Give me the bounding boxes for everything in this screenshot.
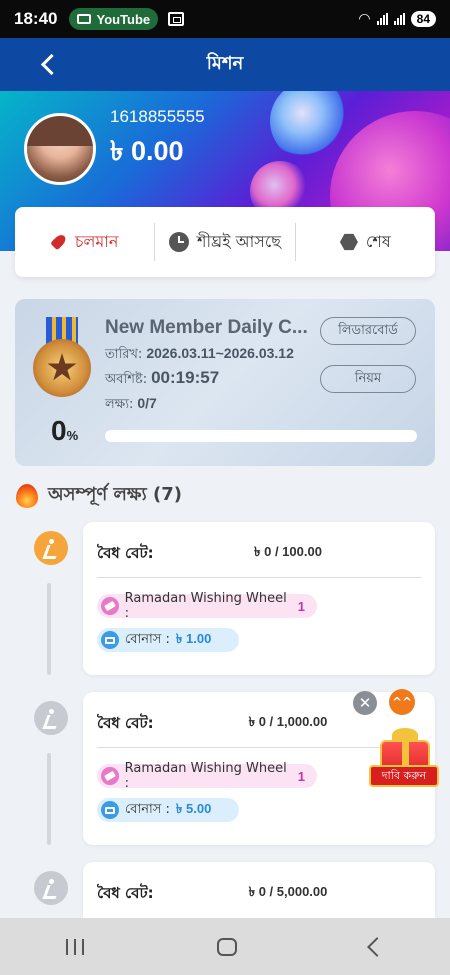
rules-button[interactable]: নিয়ম — [320, 365, 416, 393]
reward-bonus-value: ৳ 1.00 — [175, 630, 212, 646]
target-label: লক্ষ্য: — [105, 397, 134, 412]
reward-wheel-label: Ramadan Wishing Wheel : — [124, 761, 287, 791]
mission-remaining-row: অবশিষ্ট: 00:19:57 — [105, 368, 219, 391]
remaining-label: অবশিষ্ট: — [105, 372, 148, 387]
reward-wheel-value: 1 — [297, 768, 305, 784]
tab-ongoing[interactable]: চলমান — [15, 223, 154, 261]
medal-icon — [33, 317, 91, 397]
target-value: 0/7 — [137, 395, 157, 411]
reward-bonus-label: বোনাস : — [125, 801, 170, 817]
mission-title: New Member Daily C... — [105, 317, 308, 338]
recent-apps-icon[interactable] — [66, 938, 85, 955]
battery-indicator: 84 — [410, 11, 436, 27]
wifi-icon: ◠ — [358, 11, 371, 27]
reward-bonus-value: ৳ 5.00 — [175, 800, 212, 816]
task-label: বৈধ বেট: — [97, 544, 154, 562]
tab-label: শীঘ্রই আসছে — [197, 231, 281, 251]
user-balance: ৳ 0.00 — [110, 136, 184, 166]
runner-icon — [43, 539, 59, 557]
incomplete-targets-heading: অসম্পূর্ণ লক্ষ্য (7) — [16, 480, 182, 511]
timeline-line — [47, 753, 51, 845]
task-status-icon — [34, 531, 68, 565]
remaining-value: 00:19:57 — [151, 368, 220, 387]
tv-icon — [77, 14, 92, 24]
cash-icon — [101, 801, 119, 819]
task-label: বৈধ বেট: — [97, 714, 154, 732]
rocket-icon — [51, 234, 67, 250]
tab-label: চলমান — [74, 231, 119, 251]
task-progress: ৳ 0 / 5,000.00 — [248, 884, 328, 899]
status-time: 18:40 — [14, 9, 58, 28]
hexagon-icon — [339, 233, 358, 251]
task-card: বৈধ বেট: ৳ 0 / 5,000.00 — [83, 862, 435, 918]
mission-progress-bar — [105, 430, 417, 442]
clock-icon — [169, 232, 189, 252]
percent-value: 0 — [51, 415, 67, 446]
task-label: বৈধ বেট: — [97, 884, 154, 902]
reward-bonus-label: বোনাস : — [125, 631, 170, 647]
task-card: বৈধ বেট: ৳ 0 / 100.00 Ramadan Wishing Wh… — [83, 522, 435, 675]
star-icon — [47, 353, 77, 381]
task-progress: ৳ 0 / 1,000.00 — [248, 714, 328, 729]
task-status-icon — [34, 701, 68, 735]
date-label: তারিখ: — [105, 347, 143, 362]
runner-icon — [43, 709, 59, 727]
ticket-icon — [101, 597, 119, 615]
reward-wheel-chip: Ramadan Wishing Wheel : 1 — [97, 761, 317, 791]
task-progress: ৳ 0 / 100.00 — [254, 544, 322, 559]
cash-icon — [101, 631, 119, 649]
reward-bonus-chip: বোনাস : ৳ 5.00 — [97, 798, 239, 822]
user-phone: 1618855555 — [110, 107, 205, 126]
runner-icon — [43, 879, 59, 897]
reward-wheel-chip: Ramadan Wishing Wheel : 1 — [97, 591, 317, 621]
timeline-line — [47, 583, 51, 675]
youtube-pill-label: YouTube — [96, 11, 151, 27]
percent-unit: % — [66, 428, 79, 443]
mission-target-row: লক্ষ্য: 0/7 — [105, 395, 157, 416]
ticket-icon — [101, 767, 119, 785]
tab-coming-soon[interactable]: শীঘ্রই আসছে — [154, 223, 294, 261]
reward-bonus-chip: বোনাস : ৳ 1.00 — [97, 628, 239, 652]
system-nav-bar — [0, 918, 450, 975]
task-status-icon — [34, 871, 68, 905]
reward-wheel-label: Ramadan Wishing Wheel : — [124, 591, 287, 621]
scroll-up-icon[interactable]: ^^ — [389, 689, 415, 715]
date-value: 2026.03.11~2026.03.12 — [146, 345, 294, 361]
status-right: ◠ 84 — [358, 11, 436, 27]
fire-icon — [16, 483, 38, 508]
tab-label: শেষ — [365, 231, 391, 251]
system-back-icon[interactable] — [366, 936, 387, 957]
youtube-pill: YouTube — [69, 8, 159, 30]
reward-wheel-value: 1 — [297, 598, 305, 614]
mission-date-row: তারিখ: 2026.03.11~2026.03.12 — [105, 345, 294, 366]
avatar — [24, 113, 96, 185]
mission-percent: 0% — [51, 415, 78, 447]
back-button[interactable] — [36, 50, 64, 78]
decor-orb — [270, 91, 350, 161]
claim-button[interactable]: দাবি করুন — [369, 765, 439, 787]
leaderboard-button[interactable]: লিডারবোর্ড — [320, 317, 416, 345]
app-header: মিশন — [0, 38, 450, 91]
signal-icon — [376, 13, 388, 25]
screen-record-icon — [168, 12, 185, 26]
signal-icon-2 — [393, 13, 405, 25]
mission-tabs: চলমান শীঘ্রই আসছে শেষ — [15, 207, 435, 277]
status-bar: 18:40 YouTube ◠ 84 — [0, 0, 450, 38]
close-icon[interactable]: ✕ — [353, 691, 377, 715]
page-title: মিশন — [206, 53, 244, 74]
home-icon[interactable] — [216, 937, 237, 956]
mission-card: 0% New Member Daily C... তারিখ: 2026.03.1… — [15, 299, 435, 466]
divider — [97, 577, 421, 578]
section-title: অসম্পূর্ণ লক্ষ্য (7) — [48, 484, 182, 505]
medal-disc — [33, 339, 91, 397]
tab-ended[interactable]: শেষ — [294, 223, 435, 261]
